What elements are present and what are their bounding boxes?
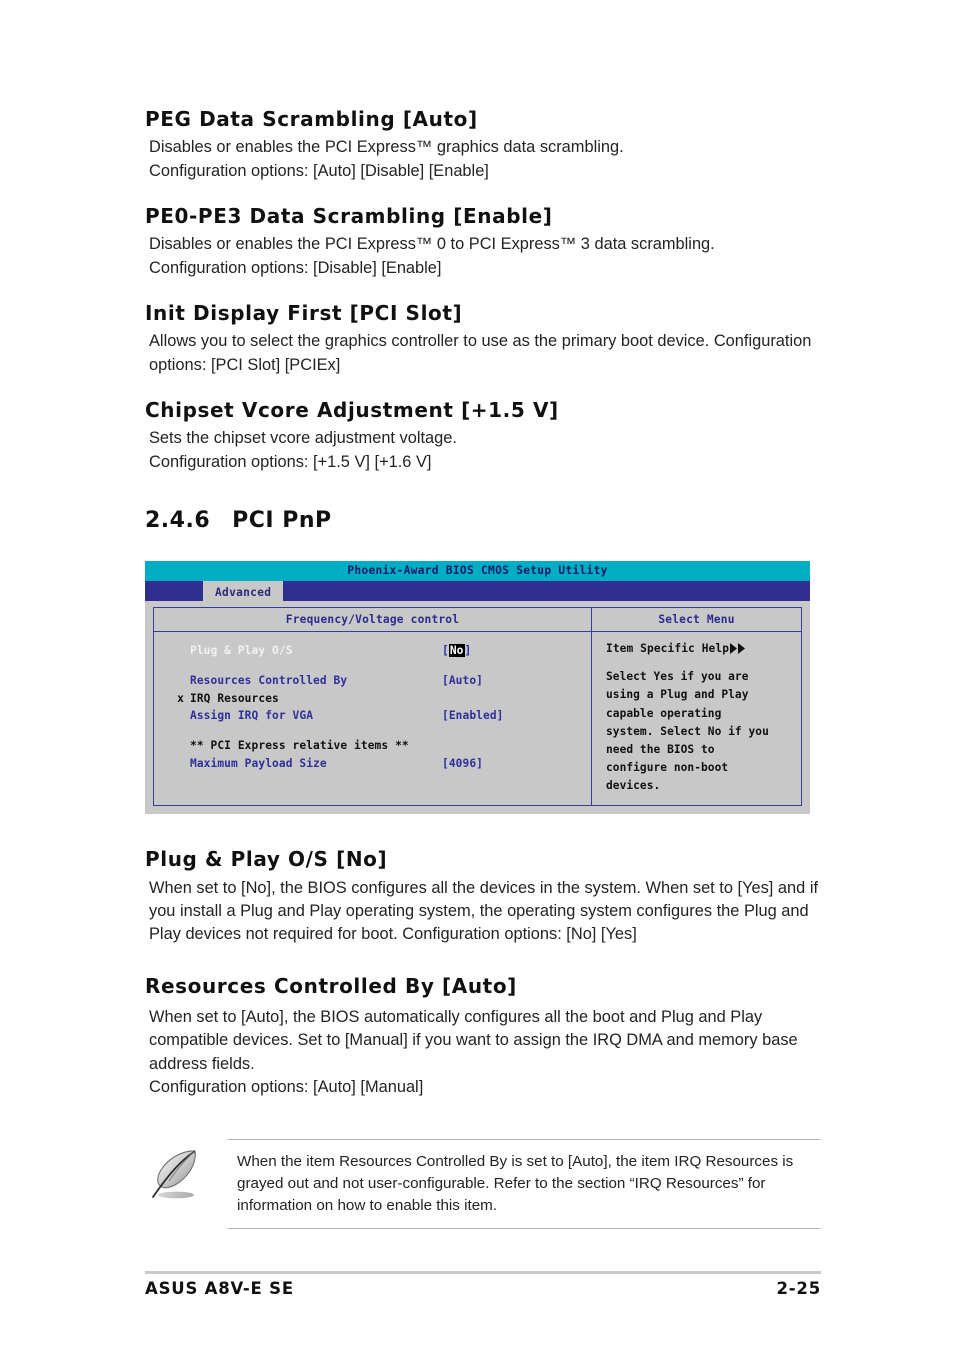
value-bracket-close: ] xyxy=(464,644,472,658)
footer-divider xyxy=(145,1271,821,1274)
option-description: Allows you to select the graphics contro… xyxy=(149,332,812,374)
row-marker xyxy=(154,755,190,773)
bios-row[interactable]: Resources Controlled By [Auto] xyxy=(154,672,591,690)
option-item-plug-and-play-os: Plug & Play O/S [No] When set to [No], t… xyxy=(145,848,821,946)
footer-page-number: 2-25 xyxy=(776,1279,821,1298)
row-value[interactable]: [4096] xyxy=(442,755,483,773)
document-page: PEG Data Scrambling [Auto] Disables or e… xyxy=(0,0,954,1351)
option-item-resources-controlled-by: Resources Controlled By [Auto] When set … xyxy=(145,973,821,1100)
note-text: When the item Resources Controlled By is… xyxy=(237,1153,794,1215)
row-label: ** PCI Express relative items ** xyxy=(190,739,409,752)
value-selected: No xyxy=(448,644,465,658)
value-bracket-open: [ xyxy=(442,644,449,658)
bios-row[interactable]: Assign IRQ for VGA [Enabled] xyxy=(154,707,591,725)
note-callout: When the item Resources Controlled By is… xyxy=(145,1139,821,1230)
bios-frame: Frequency/Voltage control Select Menu Pl… xyxy=(153,607,802,807)
page-footer: ASUS A8V-E SE 2-25 xyxy=(145,1279,821,1298)
page-content: PEG Data Scrambling [Auto] Disables or e… xyxy=(145,108,821,1230)
section-title: PCI PnP xyxy=(232,507,332,533)
bios-row: x IRQ Resources xyxy=(154,690,591,708)
help-pane-title-label: Item Specific Help xyxy=(606,642,730,656)
option-title: Plug & Play O/S [No] xyxy=(145,847,388,872)
option-title: Init Display First [PCI Slot] xyxy=(145,300,463,325)
option-description: Disables or enables the PCI Express™ gra… xyxy=(149,138,624,180)
option-description: Disables or enables the PCI Express™ 0 t… xyxy=(149,235,715,277)
bios-panes: Plug & Play O/S [No] Resources Controlle… xyxy=(154,632,801,806)
bios-column-header-right: Select Menu xyxy=(658,613,735,627)
bios-tab-advanced[interactable]: Advanced xyxy=(203,581,284,602)
bios-setup-screenshot: Phoenix-Award BIOS CMOS Setup Utility Ad… xyxy=(145,560,810,815)
option-description: When set to [Auto], the BIOS automatical… xyxy=(149,1007,798,1096)
row-value[interactable]: [No] xyxy=(442,642,471,660)
option-description: Sets the chipset vcore adjustment voltag… xyxy=(149,429,457,471)
bios-section-divider-label: ** PCI Express relative items ** xyxy=(154,737,591,755)
bios-row-gap xyxy=(154,725,591,737)
row-label: IRQ Resources xyxy=(190,691,279,705)
double-right-arrow-icon xyxy=(730,643,746,655)
row-marker xyxy=(154,707,190,725)
help-pane-text: Select Yes if you are using a Plug and P… xyxy=(606,670,769,793)
bios-row-gap xyxy=(154,660,591,672)
footer-product-name: ASUS A8V-E SE xyxy=(145,1279,294,1298)
row-label: Resources Controlled By xyxy=(190,673,348,687)
row-marker xyxy=(154,672,190,690)
option-title: PE0-PE3 Data Scrambling [Enable] xyxy=(145,203,553,228)
option-item-init-display-first: Init Display First [PCI Slot] Allows you… xyxy=(145,302,821,377)
bios-title-bar: Phoenix-Award BIOS CMOS Setup Utility xyxy=(145,560,810,582)
bios-row[interactable]: Plug & Play O/S [No] xyxy=(154,642,591,660)
option-item-chipset-vcore-adjustment: Chipset Vcore Adjustment [+1.5 V] Sets t… xyxy=(145,399,821,474)
row-marker: x xyxy=(177,691,184,705)
bios-menu-bar: Advanced xyxy=(145,581,810,602)
bios-settings-pane: Plug & Play O/S [No] Resources Controlle… xyxy=(154,632,592,806)
bios-help-pane: Item Specific Help Select Yes if you are… xyxy=(592,632,801,805)
row-label: Plug & Play O/S xyxy=(190,644,293,658)
option-title: Chipset Vcore Adjustment [+1.5 V] xyxy=(145,397,559,422)
bios-body: Frequency/Voltage control Select Menu Pl… xyxy=(145,601,810,815)
option-description: When set to [No], the BIOS configures al… xyxy=(149,878,819,944)
option-item-peg-data-scrambling: PEG Data Scrambling [Auto] Disables or e… xyxy=(145,108,821,183)
option-title: Resources Controlled By [Auto] xyxy=(145,973,517,998)
menu-bar-spacer xyxy=(145,581,203,601)
option-item-pe0-pe3-data-scrambling: PE0-PE3 Data Scrambling [Enable] Disable… xyxy=(145,205,821,280)
row-value[interactable]: [Auto] xyxy=(442,672,483,690)
section-heading: 2.4.6 PCI PnP xyxy=(145,508,821,533)
row-label: Maximum Payload Size xyxy=(190,756,327,770)
note-text-container: When the item Resources Controlled By is… xyxy=(227,1139,821,1230)
bios-column-headers: Frequency/Voltage control Select Menu xyxy=(154,608,801,633)
row-marker xyxy=(154,642,190,660)
bios-column-header-left: Frequency/Voltage control xyxy=(154,608,592,632)
section-number: 2.4.6 xyxy=(145,507,211,533)
option-title: PEG Data Scrambling [Auto] xyxy=(145,107,478,131)
bios-row[interactable]: Maximum Payload Size [4096] xyxy=(154,755,591,773)
row-marker xyxy=(154,737,190,755)
help-pane-title: Item Specific Help xyxy=(606,642,801,655)
row-value[interactable]: [Enabled] xyxy=(442,707,504,725)
row-label: Assign IRQ for VGA xyxy=(190,709,314,723)
quill-pen-icon xyxy=(145,1139,215,1207)
